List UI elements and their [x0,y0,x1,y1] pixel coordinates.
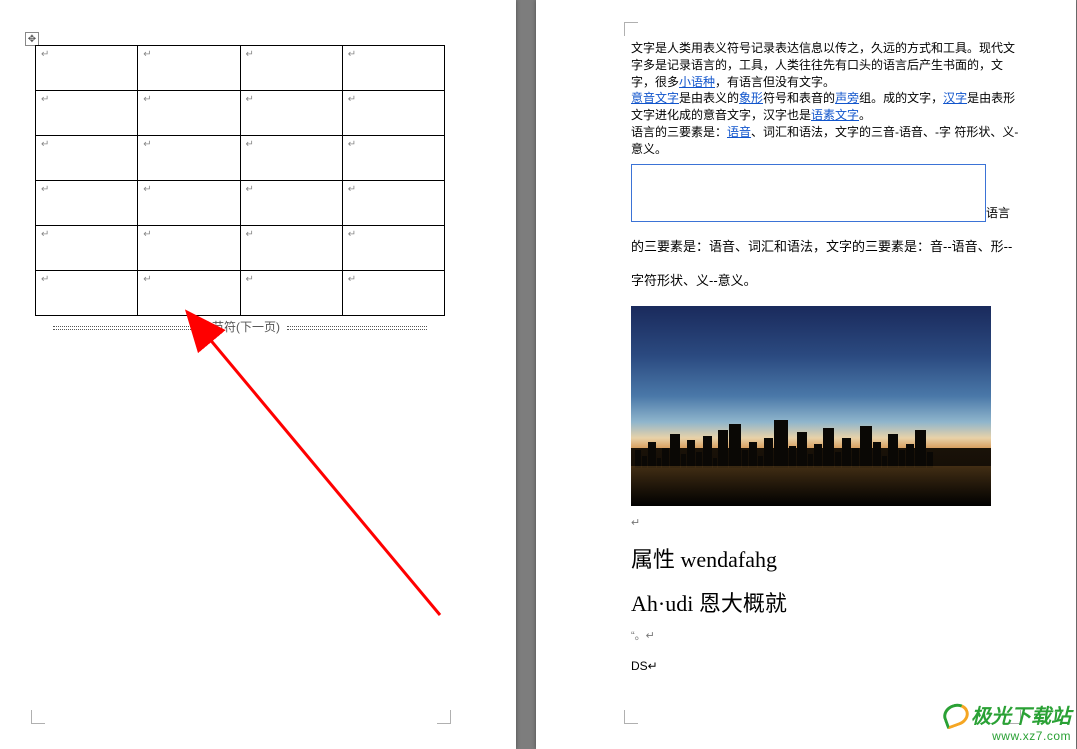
paragraph-mark: “。↵ [631,629,1021,644]
table-row: ↵↵↵↵ [36,46,445,91]
table-cell[interactable]: ↵ [342,46,444,91]
table-cell[interactable]: ↵ [342,91,444,136]
hyperlink[interactable]: 语素文字 [811,108,859,122]
document-page-left: ✥ ↵↵↵↵ ↵↵↵↵ ↵↵↵↵ ↵↵↵↵ ↵↵↵↵ ↵↵↵↵ 分节符(下一页) [0,0,516,749]
table-cell[interactable]: ↵ [342,271,444,316]
watermark-title: 极光下载站 [971,700,1071,729]
table-cell[interactable]: ↵ [240,226,342,271]
table-cell[interactable]: ↵ [240,181,342,226]
document-table[interactable]: ↵↵↵↵ ↵↵↵↵ ↵↵↵↵ ↵↵↵↵ ↵↵↵↵ ↵↵↵↵ [35,45,445,316]
hyperlink[interactable]: 汉字 [943,91,967,105]
watermark-url: www.xz7.com [943,729,1071,743]
margin-mark [31,710,45,724]
hyperlink[interactable]: 象形 [739,91,763,105]
paragraph[interactable]: 的三要素是：语音、词汇和语法，文字的三要素是：音--语音、形-- [631,238,1021,256]
table-cell[interactable]: ↵ [240,136,342,181]
table-cell[interactable]: ↵ [240,271,342,316]
heading-line-2[interactable]: Ah·udi 恩大概就 [631,589,1021,619]
section-break-label: 分节符(下一页) [35,318,445,335]
table-body: ↵↵↵↵ ↵↵↵↵ ↵↵↵↵ ↵↵↵↵ ↵↵↵↵ ↵↵↵↵ [36,46,445,316]
table-cell[interactable]: ↵ [36,181,138,226]
table-cell[interactable]: ↵ [138,46,240,91]
table-cell[interactable]: ↵ [138,91,240,136]
section-break-text: 分节符(下一页) [200,320,280,334]
margin-mark [437,710,451,724]
text-run: 组。成的文字， [859,91,943,105]
table-cell[interactable]: ↵ [36,226,138,271]
hyperlink[interactable]: 声旁 [835,91,859,105]
margin-mark [624,22,638,36]
table-cell[interactable]: ↵ [138,271,240,316]
textbox-row: 语言 [631,158,1021,222]
heading-line-1[interactable]: 属性 wendafahg [631,545,1021,575]
text-run: 是由表义的 [679,91,739,105]
table-cell[interactable]: ↵ [342,226,444,271]
table-cell[interactable]: ↵ [36,46,138,91]
table-cell[interactable]: ↵ [342,136,444,181]
text-run: 语言 [986,206,1010,220]
margin-mark [624,710,638,724]
embedded-image-skyline[interactable] [631,306,991,506]
table-row: ↵↵↵↵ [36,226,445,271]
text-run: 。 [859,108,871,122]
table-cell[interactable]: ↵ [138,226,240,271]
image-reflection [631,466,991,506]
annotation-arrow [30,295,470,645]
watermark-title-row: 极光下载站 [943,700,1071,729]
table-row: ↵↵↵↵ [36,91,445,136]
paragraph[interactable]: 字符形状、义--意义。 [631,272,1021,290]
table-move-handle[interactable]: ✥ [25,32,39,46]
swirl-icon [940,700,972,730]
paragraph-mark: ↵ [631,516,1021,531]
paragraph[interactable]: 语言的三要素是：语音、词汇和语法，文字的三音-语音、-字 符形状、义-意义。 [631,124,1021,158]
paragraph[interactable]: 意音文字是由表义的象形符号和表音的声旁组。成的文字，汉字是由表形文字进化成的意音… [631,90,1021,124]
table-cell[interactable]: ↵ [138,136,240,181]
table-cell[interactable]: ↵ [240,46,342,91]
table-row: ↵↵↵↵ [36,181,445,226]
image-skyline-silhouette [631,418,991,468]
table-cell[interactable]: ↵ [240,91,342,136]
content-area[interactable]: 文字是人类用表义符号记录表达信息以传之，久远的方式和工具。现代文字多是记录语言的… [631,40,1021,675]
table-cell[interactable]: ↵ [342,181,444,226]
watermark-logo: 极光下载站 www.xz7.com [943,700,1071,743]
text-run: 符号和表音的 [763,91,835,105]
table-cell[interactable]: ↵ [36,271,138,316]
hyperlink[interactable]: 小语种 [679,75,715,89]
hyperlink[interactable]: 语音 [727,125,751,139]
table-cell[interactable]: ↵ [36,91,138,136]
paragraph[interactable]: 文字是人类用表义符号记录表达信息以传之，久远的方式和工具。现代文字多是记录语言的… [631,40,1021,90]
table-cell[interactable]: ↵ [36,136,138,181]
text-run: 语言的三要素是： [631,125,727,139]
document-page-right: 文字是人类用表义符号记录表达信息以传之，久远的方式和工具。现代文字多是记录语言的… [536,0,1076,749]
table-cell[interactable]: ↵ [138,181,240,226]
text-box[interactable] [631,164,986,222]
text-run: ，有语言但没有文字。 [715,75,835,89]
paragraph[interactable]: DS↵ [631,658,1021,675]
table-row: ↵↵↵↵ [36,271,445,316]
table-row: ↵↵↵↵ [36,136,445,181]
hyperlink[interactable]: 意音文字 [631,91,679,105]
